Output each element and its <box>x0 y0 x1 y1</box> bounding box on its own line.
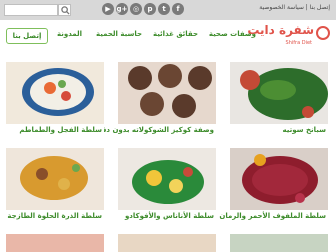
recipe-image <box>6 234 104 252</box>
pinterest-icon[interactable]: p <box>144 3 156 15</box>
recipe-image <box>230 62 328 124</box>
recipe-image <box>118 148 216 210</box>
recipe-title[interactable]: وصفة كوكيز الشوكولاته بدون دقيق <box>93 126 214 134</box>
nav-item-nutrition-facts[interactable]: حقائق غذائية <box>153 30 198 38</box>
top-links[interactable]: إتصل بنا | سياسة الخصوصية <box>259 4 330 11</box>
search-icon <box>61 6 70 15</box>
next-row-preview <box>0 232 336 252</box>
recipe-image <box>118 62 216 124</box>
recipe-card[interactable]: سبانخ سوتيه <box>230 62 328 140</box>
nav-item-blog[interactable]: المدونة <box>57 30 82 38</box>
recipe-card[interactable]: سلطة الفجل والطماطم <box>6 62 104 140</box>
recipe-image <box>230 234 328 252</box>
logo-tagline: Shifra Diet <box>285 40 312 46</box>
recipe-card[interactable]: سلطة الذرة الحلوة الطازجة <box>6 148 104 226</box>
google-plus-icon[interactable]: g+ <box>116 3 128 15</box>
recipe-card[interactable]: سلطة الأناناس والأفوكادو <box>118 148 216 226</box>
logo-text: شفرة دايت <box>247 23 314 37</box>
recipe-image <box>6 62 104 124</box>
nav-item-healthy-recipes[interactable]: وصفات صحية <box>209 30 256 38</box>
search-button[interactable] <box>58 4 71 16</box>
recipe-image <box>230 148 328 210</box>
site-logo[interactable]: شفرة دايت Shifra Diet <box>247 22 330 50</box>
recipe-card[interactable]: وصفة كوكيز الشوكولاته بدون دقيق <box>93 62 216 140</box>
recipe-title[interactable]: سلطة الفجل والطماطم <box>19 126 102 134</box>
logo-mark-icon <box>316 26 330 40</box>
search-input[interactable] <box>4 4 58 16</box>
recipe-image <box>6 148 104 210</box>
recipe-image <box>118 234 216 252</box>
recipe-title[interactable]: سبانخ سوتيه <box>283 126 326 134</box>
instagram-icon[interactable]: ◎ <box>130 3 142 15</box>
top-bar: f t p ◎ g+ ▶ إتصل بنا | سياسة الخصوصية <box>0 0 336 20</box>
recipe-title[interactable]: سلطة الأناناس والأفوكادو <box>125 212 214 220</box>
recipe-card[interactable]: سلطة الملفوف الأحمر والرمان <box>219 148 328 226</box>
main-nav: وصفات صحية حقائق غذائية حاسبة الحمية الم… <box>16 30 256 44</box>
nav-item-diet-calculator[interactable]: حاسبة الحمية <box>96 30 142 38</box>
recipe-title[interactable]: سلطة الذرة الحلوة الطازجة <box>7 212 102 220</box>
facebook-icon[interactable]: f <box>172 3 184 15</box>
recipe-title[interactable]: سلطة الملفوف الأحمر والرمان <box>219 212 326 220</box>
contact-button[interactable]: إتصل بنا <box>6 28 48 44</box>
twitter-icon[interactable]: t <box>158 3 170 15</box>
youtube-icon[interactable]: ▶ <box>102 3 114 15</box>
